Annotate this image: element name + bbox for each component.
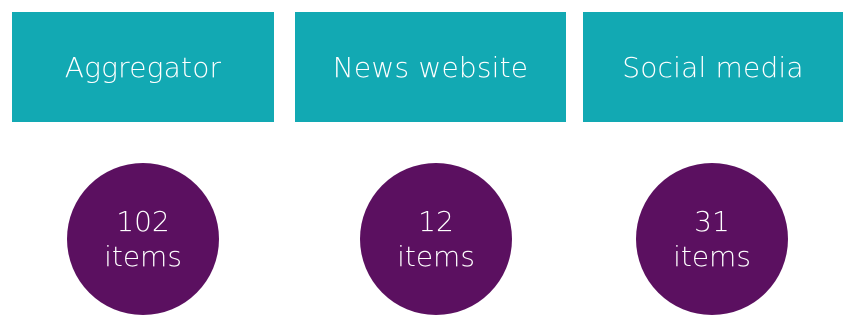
item-unit: items	[673, 240, 751, 273]
category-label: Social media	[622, 50, 804, 84]
item-unit: items	[397, 240, 475, 273]
category-box-social-media: Social media	[583, 12, 843, 122]
category-label: News website	[332, 50, 529, 84]
count-circle-social-media: 31 items	[636, 163, 788, 315]
count-circle-news-website: 12 items	[360, 163, 512, 315]
category-box-news-website: News website	[295, 12, 566, 122]
category-box-aggregator: Aggregator	[12, 12, 274, 122]
source-diagram: Aggregator News website Social media 102…	[0, 0, 846, 316]
item-unit: items	[104, 240, 182, 273]
count-circle-aggregator: 102 items	[67, 163, 219, 315]
category-label: Aggregator	[64, 50, 222, 84]
item-count: 102	[116, 205, 170, 238]
item-count: 12	[418, 205, 454, 238]
item-count: 31	[694, 205, 730, 238]
